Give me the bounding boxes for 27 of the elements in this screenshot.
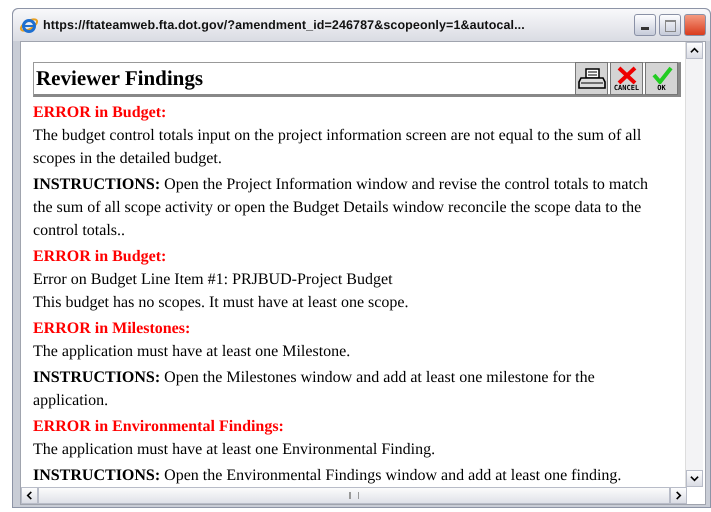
scroll-up-button[interactable] [686, 42, 703, 59]
instructions-text: INSTRUCTIONS: Open the Milestones window and add at least one milestone for the application. [33, 368, 596, 411]
instructions-text: INSTRUCTIONS: Open the Project Information window and revise the control totals to match the sum of all scope activity or open the Budget Details window reconcile the scope data to the control totals.. [33, 175, 650, 241]
error-heading: ERROR in Environmental Findings: [33, 417, 285, 437]
header-title: Reviewer Findings [36, 66, 204, 91]
finding-text: The application must have at least one Environmental Finding. [33, 440, 436, 460]
scroll-right-button[interactable] [670, 487, 687, 504]
print-button[interactable] [575, 62, 608, 95]
left-caret-icon [25, 491, 34, 500]
minimize-button[interactable] [634, 14, 656, 36]
up-caret-icon [690, 46, 699, 55]
finding-text: The budget control totals input on the project information screen are not equal to the sum of all scopes in the detailed budget. [33, 126, 642, 169]
scroll-left-button[interactable] [21, 487, 38, 504]
window-title: https://ftateamweb.fta.dot.gov/?amendment_id=246787&scopeonly=1&autocal... [43, 18, 525, 32]
finding-text: This budget has no scopes. It must have at least one scope. [33, 293, 410, 313]
vertical-scrollbar[interactable] [685, 42, 703, 487]
check-icon [650, 66, 674, 84]
finding-text: Error on Budget Line Item #1: PRJBUD-Project Budget [33, 270, 394, 290]
error-heading: ERROR in Budget: [33, 103, 168, 123]
finding-text: The application must have at least one Milestone. [33, 342, 352, 362]
instructions-text: INSTRUCTIONS: Open the Environmental Findings window and add at least one finding. [33, 466, 622, 486]
down-caret-icon [690, 474, 699, 483]
error-heading: ERROR in Budget: [33, 247, 168, 267]
scroll-down-button[interactable] [686, 470, 703, 487]
error-heading: ERROR in Milestones: [33, 319, 192, 339]
right-caret-icon [674, 491, 683, 500]
printer-icon [578, 66, 606, 90]
